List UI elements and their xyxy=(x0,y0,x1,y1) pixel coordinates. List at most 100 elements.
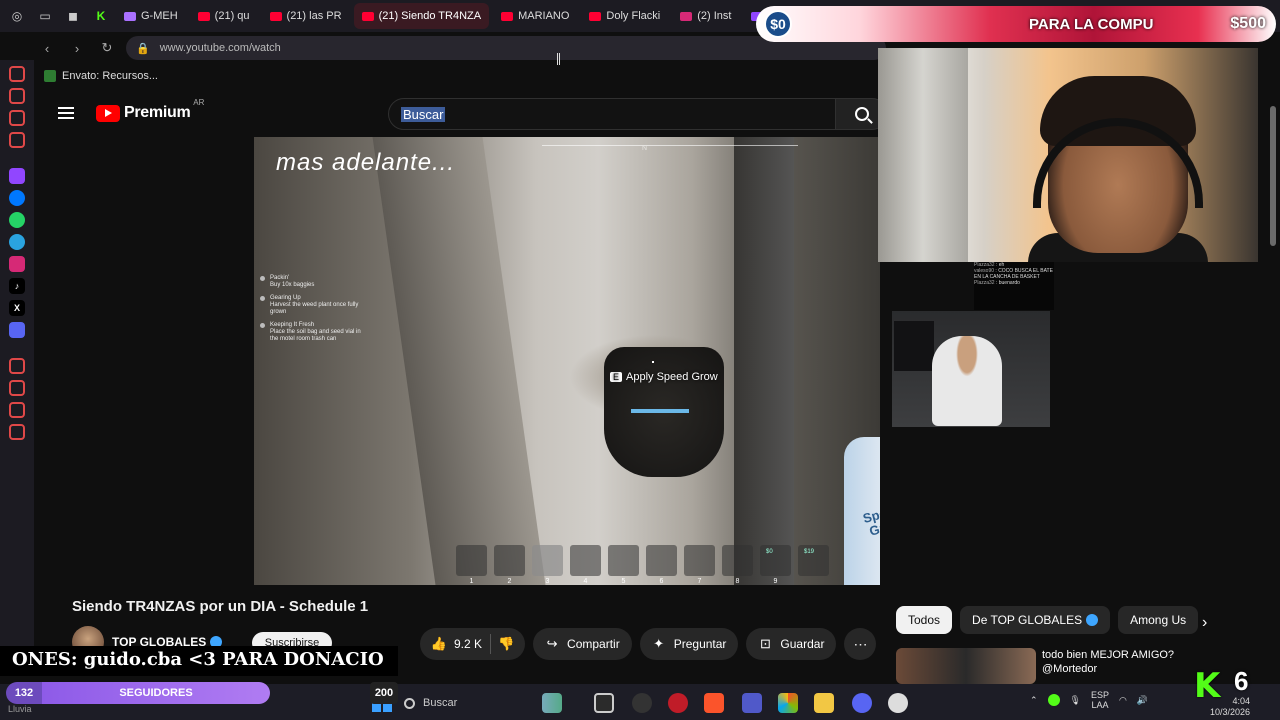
more-actions-icon[interactable]: ⋯ xyxy=(844,628,877,660)
language-indicator[interactable]: ESP LAA xyxy=(1091,690,1109,710)
widgets-app-icon[interactable] xyxy=(542,693,562,713)
chevron-right-icon[interactable]: › xyxy=(1202,614,1207,632)
tab-label: (2) Inst xyxy=(697,10,732,22)
hotbar-slot-number: 4 xyxy=(583,578,588,585)
reload-icon[interactable]: ↻ xyxy=(96,37,118,59)
chip-1[interactable]: De TOP GLOBALES xyxy=(960,606,1111,634)
tab-label: Doly Flacki xyxy=(606,10,661,22)
card-amount: $19 xyxy=(804,549,815,555)
bookmark-envato[interactable]: Envato: Recursos... xyxy=(44,68,158,84)
sidebar-ring-icon[interactable] xyxy=(9,66,25,82)
like-count[interactable]: 9.2 K xyxy=(454,637,482,651)
sidebar-stack-icon[interactable] xyxy=(9,88,25,104)
weather-widget[interactable]: Lluvia xyxy=(8,704,32,714)
scrollbar-thumb[interactable] xyxy=(1270,106,1276,246)
chat-text: buenardo xyxy=(998,280,1020,286)
kick-tab-icon[interactable]: K xyxy=(90,5,112,27)
taskbar-search[interactable]: Buscar xyxy=(404,692,534,714)
page-scrollbar[interactable] xyxy=(1270,96,1276,656)
yt-favicon-icon xyxy=(501,11,514,21)
hotbar-slot-number: 1 xyxy=(469,578,474,585)
back-icon[interactable]: ‹ xyxy=(36,37,58,59)
mic-icon[interactable]: 🎙 xyxy=(1070,695,1081,706)
tab-5[interactable]: Doly Flacki xyxy=(581,3,668,29)
tab-3[interactable]: (21) Siendo TR4NZA xyxy=(353,3,490,29)
sidebar-puzzle-icon[interactable] xyxy=(9,402,25,418)
chip-2[interactable]: Among Us xyxy=(1118,606,1199,634)
discord-icon[interactable] xyxy=(9,322,25,338)
hotbar-slot: $0 9 xyxy=(760,545,791,585)
wifi-icon[interactable]: ◠ xyxy=(1119,695,1127,706)
ask-button[interactable]: ✦ Preguntar xyxy=(639,628,739,660)
yt-favicon-icon xyxy=(197,11,210,21)
chip-0[interactable]: Todos xyxy=(896,606,953,634)
youtube-logo[interactable]: Premium AR xyxy=(96,98,204,122)
twitch-icon[interactable] xyxy=(9,168,25,184)
like-icon[interactable]: 👍 xyxy=(431,636,447,651)
messenger-icon[interactable] xyxy=(9,190,25,206)
teams-icon[interactable] xyxy=(742,693,762,713)
hotbar-slot: 7 xyxy=(684,545,715,585)
instagram-icon[interactable] xyxy=(9,256,25,272)
brave-icon[interactable] xyxy=(704,693,724,713)
hotbar-slot-number: 9 xyxy=(773,578,778,585)
video-player[interactable]: Speed Grow N mas adelante... Packin' Buy … xyxy=(254,137,880,585)
sidebar-circle-icon[interactable] xyxy=(9,358,25,374)
copilot-icon[interactable] xyxy=(778,693,798,713)
recommended-thumbnail[interactable] xyxy=(896,648,1036,684)
sidebar-lines-icon[interactable] xyxy=(9,110,25,126)
whatsapp-icon[interactable] xyxy=(9,212,25,228)
tab-overview-icon[interactable]: ▭ xyxy=(34,5,56,27)
save-label: Guardar xyxy=(780,637,825,651)
obs-icon[interactable] xyxy=(632,693,652,713)
tab-strip-icon[interactable]: ◼ xyxy=(62,5,84,27)
sidebar-clock-icon[interactable] xyxy=(9,380,25,396)
hotbar-slot-number: 2 xyxy=(507,578,512,585)
taskbar-search-label: Buscar xyxy=(423,697,458,709)
donation-goal-bar: $0 PARA LA COMPU $500 xyxy=(756,6,1276,42)
app-taskbar-icon[interactable] xyxy=(888,693,908,713)
bottle-label: Speed Grow xyxy=(861,501,880,539)
search-value: Buscar xyxy=(401,106,446,122)
chevron-up-icon[interactable]: ⌃ xyxy=(1030,695,1038,706)
share-button[interactable]: ↪ Compartir xyxy=(533,628,632,660)
search-icon xyxy=(404,697,415,709)
save-button[interactable]: ⊡ Guardar xyxy=(746,628,837,660)
task-title: Packin' xyxy=(270,275,290,281)
forward-icon[interactable]: › xyxy=(66,37,88,59)
tab-6[interactable]: (2) Inst xyxy=(672,3,739,29)
x-icon[interactable]: X xyxy=(9,300,25,316)
tray-app-icon[interactable] xyxy=(1047,694,1060,706)
chat-message: valeso90 : COCO BUSCA EL BATE EN LA CANC… xyxy=(974,268,1054,280)
dislike-icon[interactable]: 👎 xyxy=(498,636,514,651)
tab-0[interactable]: G-MEH xyxy=(116,3,186,29)
ig-favicon-icon xyxy=(680,11,693,21)
sidebar-mail-icon[interactable] xyxy=(9,132,25,148)
discord-taskbar-icon[interactable] xyxy=(852,693,872,713)
tab-label: (21) las PR xyxy=(286,10,342,22)
video-wall-right xyxy=(734,137,794,585)
tab-1[interactable]: (21) qu xyxy=(190,3,258,29)
task-view-icon[interactable] xyxy=(594,693,614,713)
prompt-text: Apply Speed Grow xyxy=(626,371,718,383)
telegram-icon[interactable] xyxy=(9,234,25,250)
tiktok-icon[interactable]: ♪ xyxy=(9,278,25,294)
browser-menu-icon[interactable]: ◎ xyxy=(6,5,28,27)
search-input[interactable]: Buscar xyxy=(388,98,836,130)
menu-icon[interactable] xyxy=(58,107,74,119)
tab-2[interactable]: (21) las PR xyxy=(262,3,350,29)
opera-icon[interactable] xyxy=(668,693,688,713)
screen: ◎ ▭ ◼ K G-MEH (21) qu (21) las PR (21) Sien… xyxy=(0,0,1280,720)
hotbar-slot-number: 5 xyxy=(621,578,626,585)
game-task-list: Packin' Buy 10x baggies Gearing Up Harvest … xyxy=(260,275,370,349)
video-caption: mas adelante... xyxy=(276,149,456,176)
text-cursor xyxy=(557,53,560,65)
webcam-curtain xyxy=(878,48,968,262)
sidebar-settings-icon[interactable] xyxy=(9,424,25,440)
tab-label: (21) Siendo TR4NZA xyxy=(378,10,482,22)
folder-icon[interactable] xyxy=(814,693,834,713)
prompt-key: E xyxy=(610,372,623,382)
recommended-title[interactable]: todo bien MEJOR AMIGO? xyxy=(1042,648,1174,662)
volume-icon[interactable]: 🔊 xyxy=(1137,695,1148,706)
tab-4[interactable]: MARIANO xyxy=(493,3,577,29)
